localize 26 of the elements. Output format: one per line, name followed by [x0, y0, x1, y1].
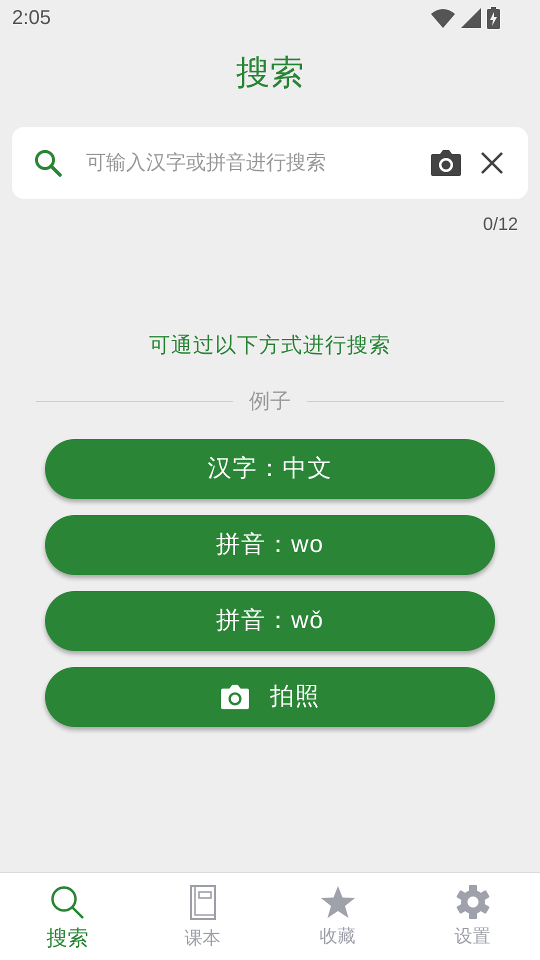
- hint-text: 可通过以下方式进行搜索: [149, 333, 391, 359]
- page-title: 搜索: [236, 52, 304, 94]
- example-button[interactable]: 拍照: [45, 667, 495, 727]
- example-button[interactable]: 拼音：wo: [45, 515, 495, 575]
- close-icon[interactable]: [480, 151, 504, 175]
- book-icon: [188, 885, 216, 921]
- nav-tab[interactable]: 课本: [135, 873, 270, 960]
- search-field[interactable]: 可输入汉字或拼音进行搜索: [86, 148, 430, 178]
- camera-icon: [220, 684, 250, 710]
- battery-charging-icon: [487, 7, 500, 29]
- status-time: 2:05: [12, 6, 51, 31]
- wifi-icon: [431, 8, 455, 28]
- settings-icon: [456, 885, 490, 919]
- example-button[interactable]: 拼音：wǒ: [45, 591, 495, 651]
- nav-tab[interactable]: 设置: [405, 873, 540, 960]
- star-icon: [320, 885, 356, 919]
- signal-icon: [461, 8, 481, 28]
- character-counter: 0/12: [482, 213, 518, 236]
- section-label: 例子: [249, 388, 291, 414]
- search-bar[interactable]: 可输入汉字或拼音进行搜索: [12, 127, 528, 199]
- search-icon: [50, 885, 86, 921]
- example-button[interactable]: 汉字：中文: [45, 439, 495, 499]
- search-icon: [34, 149, 62, 177]
- camera-icon[interactable]: [430, 149, 462, 177]
- nav-tab[interactable]: 收藏: [270, 873, 405, 960]
- nav-tab[interactable]: 搜索: [0, 873, 135, 960]
